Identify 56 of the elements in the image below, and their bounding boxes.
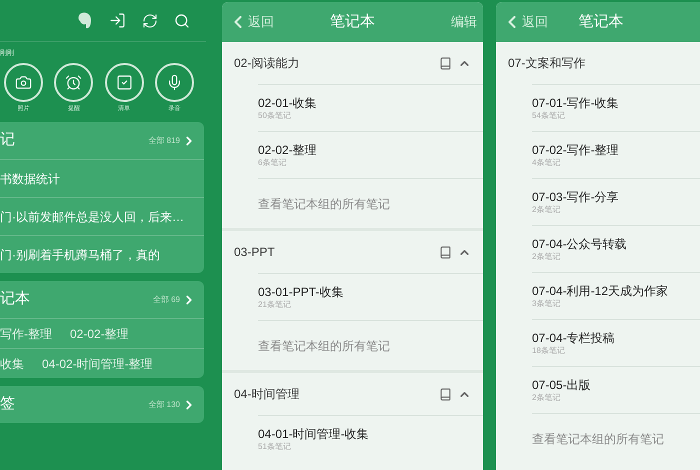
- note-count: 2条笔记: [532, 392, 562, 402]
- notebook-name[interactable]: 02-01-收集: [258, 96, 483, 110]
- note-title[interactable]: 门·以前发邮件总是没人回，后来…: [0, 208, 184, 226]
- notebook-name[interactable]: 04-02-时间管理-整理: [42, 354, 153, 372]
- notebook-icon[interactable]: [439, 246, 452, 258]
- notebook-name[interactable]: 07-04-公众号转载: [532, 236, 700, 252]
- view-all-link[interactable]: 查看笔记本组的所有笔记: [258, 336, 390, 354]
- section-title: 签: [0, 394, 15, 414]
- import-icon[interactable]: [109, 12, 126, 29]
- notebook-name[interactable]: 07-01-写作-收集: [532, 96, 700, 110]
- show-all-link[interactable]: 全部 69: [152, 292, 196, 306]
- section-title: 记本: [0, 289, 30, 310]
- note-count: 50条笔记: [258, 110, 292, 120]
- screen-title: 笔记本: [330, 12, 375, 32]
- alarm-icon: [65, 74, 82, 91]
- note-count: 4条笔记: [532, 158, 562, 168]
- notebook-name[interactable]: 写作-整理: [0, 324, 52, 342]
- show-all-link[interactable]: 全部 819: [148, 134, 196, 148]
- notebook-name[interactable]: 04-01-时间管理-收集: [258, 426, 483, 442]
- note-count: 2条笔记: [532, 204, 562, 214]
- notebook-name[interactable]: 07-04-利用-12天成为作家: [532, 284, 700, 298]
- view-all-link[interactable]: 查看笔记本组的所有笔记: [258, 194, 390, 212]
- search-icon[interactable]: [174, 12, 190, 28]
- notebook-name[interactable]: 07-03-写作-分享: [532, 190, 700, 204]
- note-count: 21条笔记: [258, 300, 292, 310]
- note-count: 18条笔记: [532, 346, 566, 356]
- group-name[interactable]: 07-文案和写作: [508, 54, 586, 72]
- note-count: 3条笔记: [532, 298, 562, 308]
- edit-button[interactable]: 编辑: [451, 12, 477, 32]
- screen-title: 笔记本: [578, 12, 624, 32]
- note-count: 51条笔记: [258, 442, 292, 452]
- back-button[interactable]: 返回: [502, 12, 548, 32]
- note-count: 2条笔记: [532, 252, 562, 262]
- checklist-icon: [116, 74, 133, 91]
- show-all-link[interactable]: 全部 130: [148, 398, 196, 412]
- notebook-name[interactable]: 02-02-整理: [70, 324, 129, 342]
- notebook-name[interactable]: 07-05-出版: [532, 378, 700, 392]
- back-button[interactable]: 返回: [228, 12, 274, 32]
- view-all-link[interactable]: 查看笔记本组的所有笔记: [532, 430, 664, 448]
- group-name[interactable]: 04-时间管理: [234, 385, 300, 403]
- notebook-name[interactable]: 02-02-整理: [258, 142, 483, 158]
- note-count: 54条笔记: [532, 110, 566, 120]
- sync-icon[interactable]: [142, 12, 158, 28]
- camera-icon: [15, 74, 32, 91]
- notebook-icon[interactable]: [439, 388, 452, 400]
- note-title[interactable]: 书数据统计: [0, 170, 60, 188]
- note-count: 6条笔记: [258, 158, 288, 168]
- notebook-name[interactable]: 03-01-PPT-收集: [258, 284, 483, 300]
- note-title[interactable]: 门·别刷着手机蹲马桶了，真的: [0, 246, 160, 264]
- notebook-name[interactable]: 收集: [0, 354, 24, 372]
- notebook-name[interactable]: 07-02-写作-整理: [532, 142, 700, 158]
- section-title: 记: [0, 130, 15, 150]
- notebook-name[interactable]: 07-04-专栏投稿: [532, 330, 700, 346]
- notebook-icon[interactable]: [439, 56, 452, 70]
- group-name[interactable]: 02-阅读能力: [234, 54, 300, 72]
- group-name[interactable]: 03-PPT: [234, 243, 275, 261]
